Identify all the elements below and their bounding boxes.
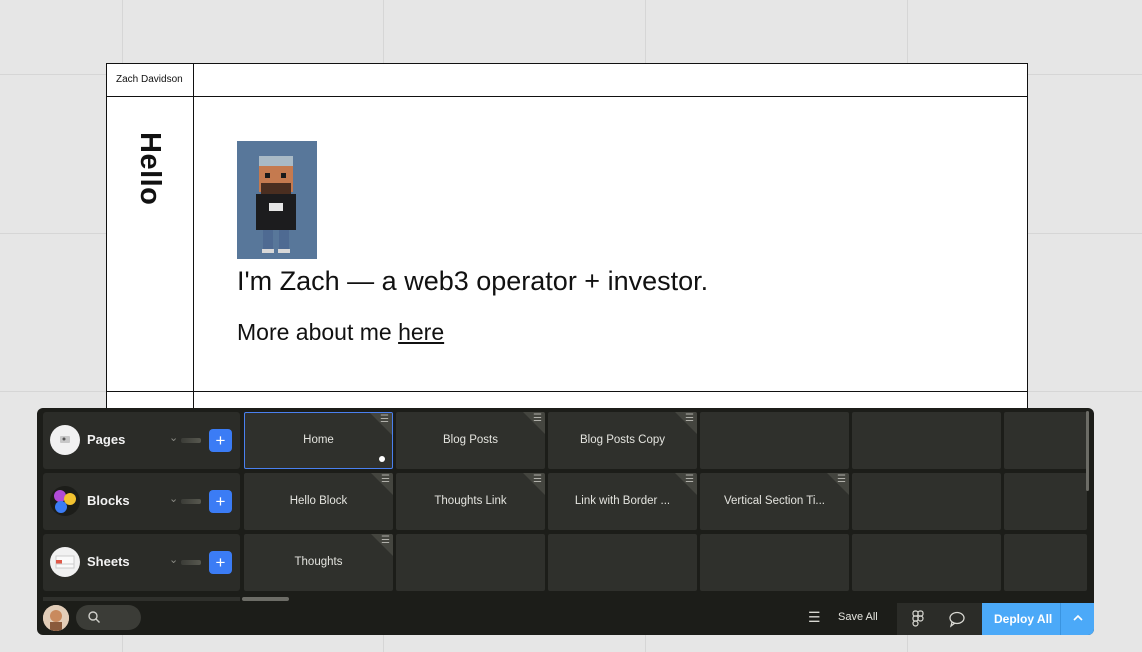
row-header-sheets[interactable]: Sheets ⌄ + [43, 534, 240, 591]
chevron-down-icon[interactable]: ⌄ [169, 492, 178, 505]
figma-icon[interactable] [911, 610, 925, 628]
hamburger-icon[interactable]: ☰ [685, 475, 694, 485]
scrollbar-track [43, 597, 240, 601]
frame-divider [107, 96, 1027, 97]
hamburger-icon[interactable]: ☰ [533, 414, 542, 424]
sheets-icon [50, 547, 80, 577]
card-label: Link with Border ... [574, 495, 671, 507]
deploy-all-button[interactable]: Deploy All [982, 603, 1094, 635]
hamburger-icon[interactable]: ☰ [837, 475, 846, 485]
row-label-pages: Pages [87, 432, 126, 447]
search-icon [88, 611, 100, 623]
hamburger-icon[interactable]: ☰ [685, 414, 694, 424]
empty-cell[interactable] [852, 412, 1001, 469]
card-label: Hello Block [289, 495, 348, 507]
frame-divider [193, 64, 194, 412]
block-card-link-with-border[interactable]: ☰ Link with Border ... [548, 473, 697, 530]
intro-headline: I'm Zach — a web3 operator + investor. [237, 266, 709, 296]
user-avatar[interactable] [43, 605, 69, 631]
empty-cell[interactable] [548, 534, 697, 591]
card-label: Vertical Section Ti... [724, 495, 825, 507]
chevron-down-icon[interactable]: ⌄ [169, 431, 178, 444]
blocks-icon [50, 486, 80, 516]
site-preview-frame: Zach Davidson Hello I'm Zach — a web3 op… [106, 63, 1028, 413]
cms-panel: Pages ⌄ + Blocks ⌄ + Sheets ⌄ + ☰ Home ☰… [37, 408, 1094, 635]
more-about-text: More about me here [237, 319, 444, 346]
row-header-pages[interactable]: Pages ⌄ + [43, 412, 240, 469]
card-label: Blog Posts [443, 434, 498, 446]
empty-cell[interactable] [700, 412, 849, 469]
block-card-vertical-section[interactable]: ☰ Vertical Section Ti... [700, 473, 849, 530]
add-page-button[interactable]: + [209, 429, 232, 452]
row-header-blocks[interactable]: Blocks ⌄ + [43, 473, 240, 530]
row-bar [181, 499, 201, 504]
deploy-divider [1060, 603, 1061, 635]
empty-cell[interactable] [1004, 534, 1087, 591]
add-block-button[interactable]: + [209, 490, 232, 513]
footer-icon-group [897, 603, 982, 635]
block-card-hello[interactable]: ☰ Hello Block [244, 473, 393, 530]
block-card-thoughts-link[interactable]: ☰ Thoughts Link [396, 473, 545, 530]
empty-cell[interactable] [852, 534, 1001, 591]
chevron-up-icon[interactable] [1071, 611, 1085, 625]
sheet-card-thoughts[interactable]: ☰ Thoughts [244, 534, 393, 591]
row-label-blocks: Blocks [87, 493, 130, 508]
frame-divider [107, 391, 1027, 392]
card-label: Blog Posts Copy [579, 434, 665, 446]
save-all-button[interactable]: Save All [838, 611, 878, 623]
page-card-blog-posts[interactable]: ☰ Blog Posts [396, 412, 545, 469]
page-card-home[interactable]: ☰ Home [244, 412, 393, 469]
more-about-prefix: More about me [237, 319, 399, 345]
panel-footer: ☰ Save All Deploy All [37, 603, 1094, 635]
pages-icon [50, 425, 80, 455]
row-bar [181, 438, 201, 443]
status-dot [379, 456, 385, 462]
page-card-blog-posts-copy[interactable]: ☰ Blog Posts Copy [548, 412, 697, 469]
comment-icon[interactable] [948, 610, 966, 628]
horizontal-scrollbar[interactable] [242, 597, 289, 601]
row-label-sheets: Sheets [87, 554, 130, 569]
more-about-link[interactable]: here [398, 319, 444, 345]
hamburger-icon[interactable]: ☰ [533, 475, 542, 485]
card-label: Thoughts Link [434, 495, 507, 507]
empty-cell[interactable] [852, 473, 1001, 530]
vertical-scrollbar[interactable] [1086, 411, 1089, 491]
menu-icon[interactable]: ☰ [808, 610, 821, 624]
card-label: Home [303, 434, 334, 446]
empty-cell[interactable] [700, 534, 849, 591]
card-label: Thoughts [294, 556, 343, 568]
add-sheet-button[interactable]: + [209, 551, 232, 574]
search-input[interactable] [76, 605, 141, 630]
empty-cell[interactable] [396, 534, 545, 591]
hamburger-icon[interactable]: ☰ [380, 415, 389, 425]
hello-heading: Hello [134, 132, 166, 206]
deploy-all-label: Deploy All [994, 612, 1053, 626]
empty-cell[interactable] [1004, 473, 1087, 530]
row-bar [181, 560, 201, 565]
empty-cell[interactable] [1004, 412, 1087, 469]
site-name: Zach Davidson [116, 74, 183, 85]
hamburger-icon[interactable]: ☰ [381, 475, 390, 485]
hamburger-icon[interactable]: ☰ [381, 536, 390, 546]
chevron-down-icon[interactable]: ⌄ [169, 553, 178, 566]
profile-image [237, 141, 317, 259]
